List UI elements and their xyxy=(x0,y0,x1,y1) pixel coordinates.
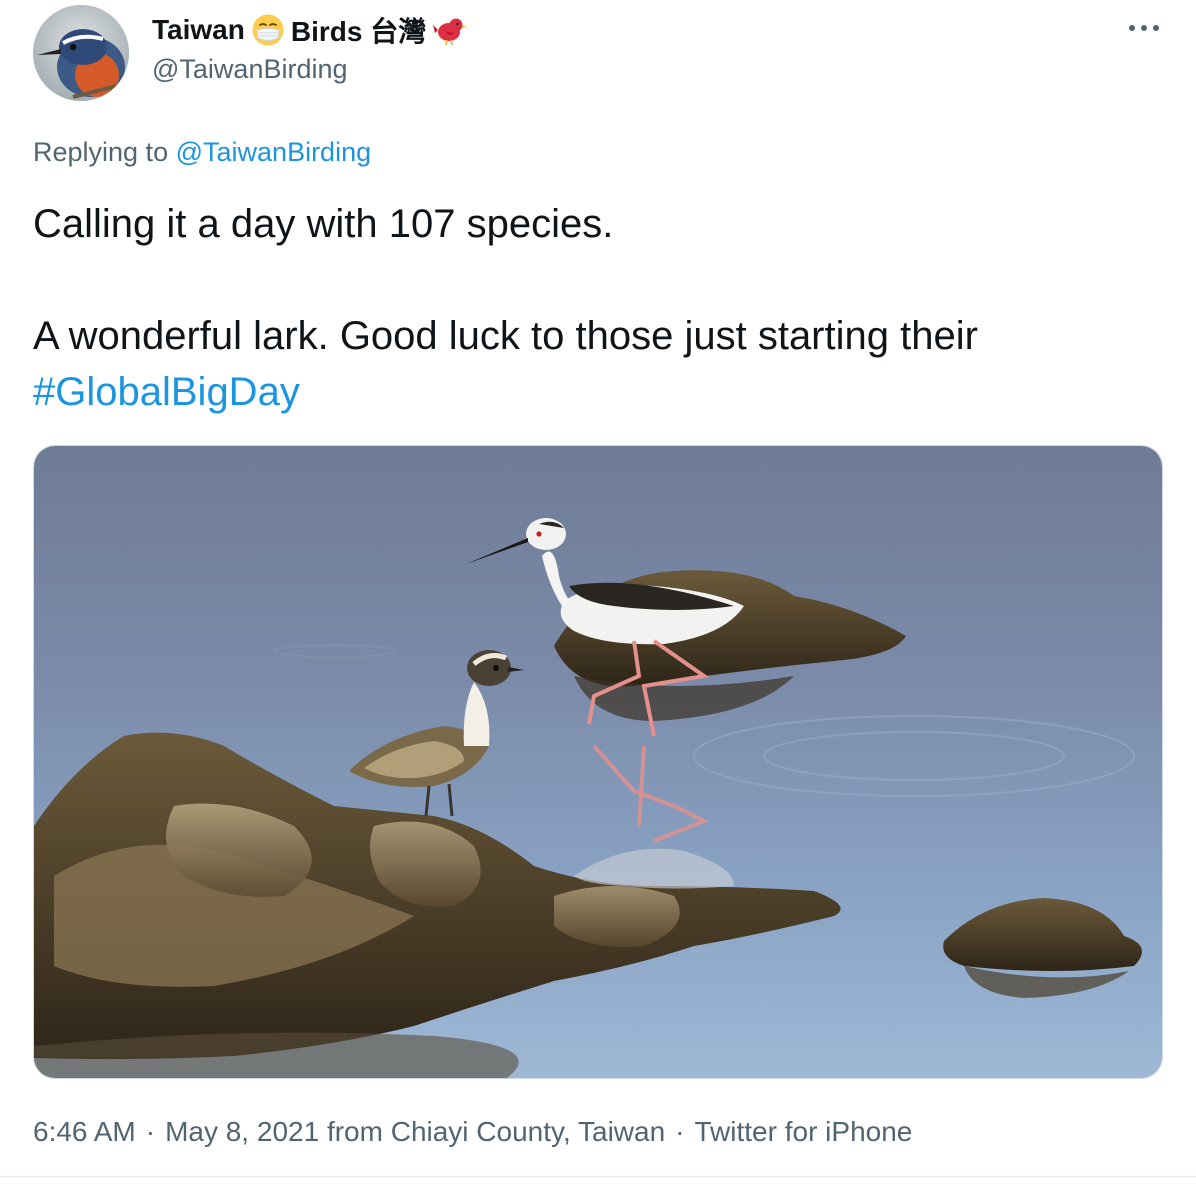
divider xyxy=(0,1176,1196,1177)
face-with-medical-mask-icon xyxy=(251,13,285,47)
meta-separator-2: · xyxy=(675,1116,685,1147)
more-horizontal-icon xyxy=(1129,25,1159,31)
replying-to-label: Replying to xyxy=(33,137,169,167)
tweet-text-line-2: A wonderful lark. Good luck to those jus… xyxy=(33,314,978,358)
tweet-card: Taiwan Birds 台灣 @TaiwanBirding Replying … xyxy=(0,0,1196,1184)
author-name-part2: Birds 台灣 xyxy=(290,16,427,47)
avatar[interactable] xyxy=(33,5,129,101)
tweet-text: Calling it a day with 107 species. A won… xyxy=(33,196,1163,420)
tweet-text-line-1: Calling it a day with 107 species. xyxy=(33,202,614,246)
tweet-client[interactable]: Twitter for iPhone xyxy=(694,1116,912,1147)
tweet-photo[interactable] xyxy=(33,445,1163,1079)
author-handle[interactable]: @TaiwanBirding xyxy=(152,54,348,85)
hashtag-link[interactable]: #GlobalBigDay xyxy=(33,370,300,414)
reply-mention-link[interactable]: @TaiwanBirding xyxy=(176,137,372,167)
tweet-metadata: 6:46 AM · May 8, 2021 from Chiayi County, … xyxy=(33,1116,912,1148)
replying-to: Replying to @TaiwanBirding xyxy=(33,137,371,168)
meta-separator: · xyxy=(145,1116,156,1147)
more-options-button[interactable] xyxy=(1122,10,1166,46)
author-name-part1: Taiwan xyxy=(152,14,245,45)
author-name[interactable]: Taiwan Birds 台灣 xyxy=(152,12,467,48)
tweet-date-location[interactable]: May 8, 2021 from Chiayi County, Taiwan xyxy=(165,1116,665,1147)
red-bird-icon xyxy=(432,13,467,47)
tweet-time[interactable]: 6:46 AM xyxy=(33,1116,136,1147)
